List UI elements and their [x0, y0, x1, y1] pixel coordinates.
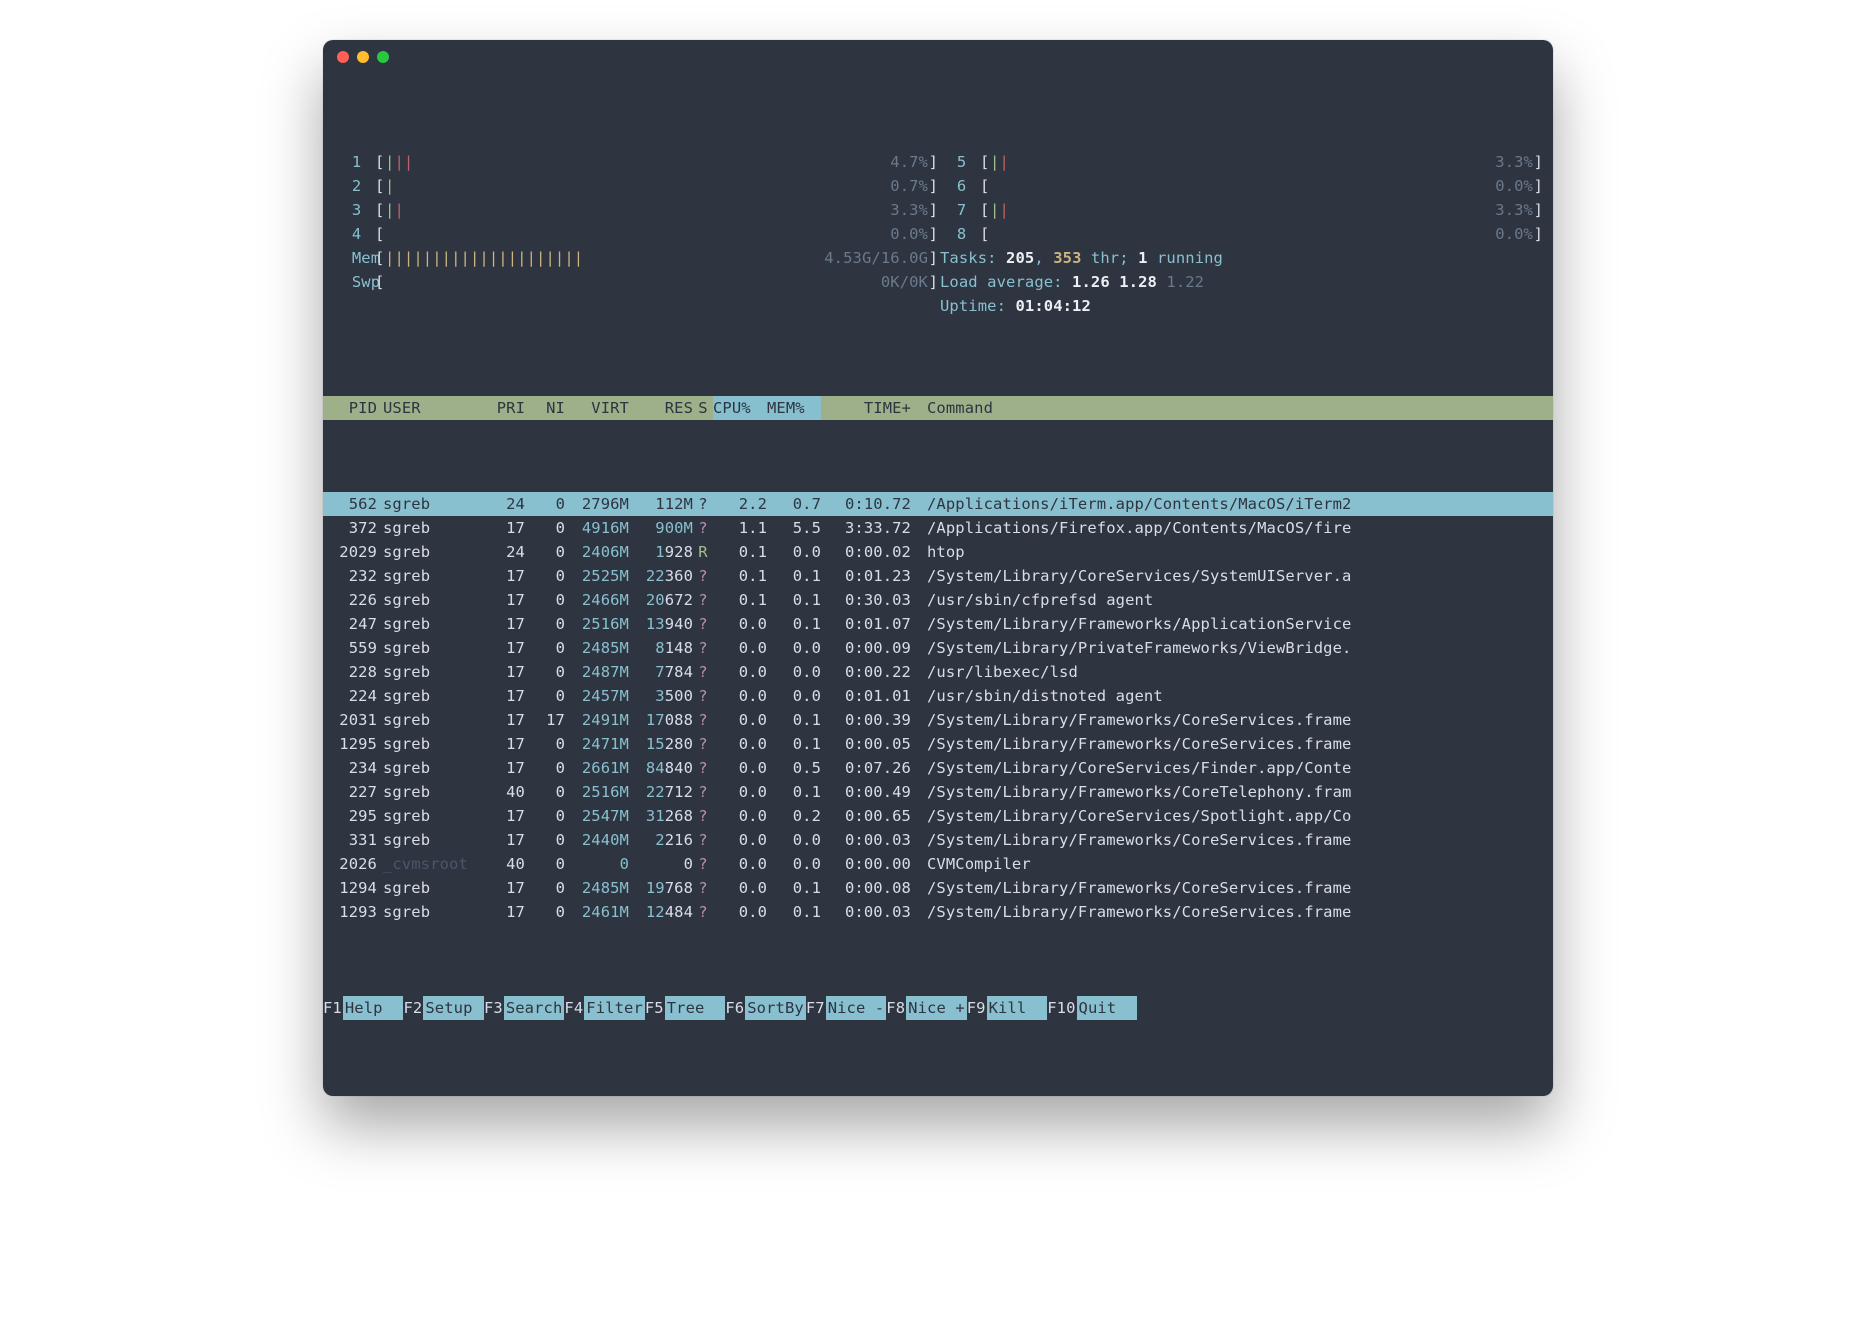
fn-key-F10: F10: [1047, 996, 1076, 1020]
zoom-icon[interactable]: [377, 51, 389, 63]
col-mem[interactable]: MEM%: [767, 396, 821, 420]
col-virt[interactable]: VIRT: [565, 396, 629, 420]
col-res[interactable]: RES: [629, 396, 693, 420]
process-row[interactable]: 1294 sgreb 17 0 2485M 19768 ? 0.0 0.1 0:…: [323, 876, 1553, 900]
fn-key-F5: F5: [645, 996, 665, 1020]
htop-output: 1 [|||4.7%] 2 [|0.7%] 3 [||3.3%] 4 [0.0%…: [323, 74, 1553, 1096]
process-row[interactable]: 559 sgreb 17 0 2485M 8148 ? 0.0 0.0 0:00…: [323, 636, 1553, 660]
col-pri[interactable]: PRI: [479, 396, 525, 420]
cpu-meter-7: 7 [||3.3%]: [938, 198, 1543, 222]
titlebar: [323, 40, 1553, 74]
process-row[interactable]: 226 sgreb 17 0 2466M 20672 ? 0.1 0.1 0:3…: [323, 588, 1553, 612]
process-table-body: 562 sgreb 24 0 2796M 112M ? 2.2 0.7 0:10…: [323, 492, 1553, 924]
cpu-meter-2: 2 [|0.7%]: [333, 174, 938, 198]
cpu-meter-8: 8 [0.0%]: [938, 222, 1543, 246]
process-table-header[interactable]: PID USER PRI NI VIRT RES S CPU% MEM% TIM…: [323, 396, 1553, 420]
fn-action-filter[interactable]: Filter: [584, 996, 645, 1020]
fn-action-kill[interactable]: Kill: [987, 996, 1048, 1020]
uptime-line: Uptime: 01:04:12: [938, 294, 1543, 318]
fn-key-F9: F9: [967, 996, 987, 1020]
fn-action-sortby[interactable]: SortBy: [745, 996, 806, 1020]
fn-key-F7: F7: [806, 996, 826, 1020]
process-row[interactable]: 234 sgreb 17 0 2661M 84840 ? 0.0 0.5 0:0…: [323, 756, 1553, 780]
process-row[interactable]: 562 sgreb 24 0 2796M 112M ? 2.2 0.7 0:10…: [323, 492, 1553, 516]
process-row[interactable]: 224 sgreb 17 0 2457M 3500 ? 0.0 0.0 0:01…: [323, 684, 1553, 708]
process-row[interactable]: 331 sgreb 17 0 2440M 2216 ? 0.0 0.0 0:00…: [323, 828, 1553, 852]
col-ni[interactable]: NI: [525, 396, 565, 420]
fn-action-nice +[interactable]: Nice +: [906, 996, 967, 1020]
load-line: Load average: 1.26 1.28 1.22: [938, 270, 1543, 294]
swp-meter: Swp [0K/0K]: [333, 270, 938, 294]
fn-action-help[interactable]: Help: [343, 996, 404, 1020]
process-row[interactable]: 1295 sgreb 17 0 2471M 15280 ? 0.0 0.1 0:…: [323, 732, 1553, 756]
fn-key-F4: F4: [564, 996, 584, 1020]
process-row[interactable]: 232 sgreb 17 0 2525M 22360 ? 0.1 0.1 0:0…: [323, 564, 1553, 588]
col-user[interactable]: USER: [383, 396, 479, 420]
minimize-icon[interactable]: [357, 51, 369, 63]
col-time[interactable]: TIME+: [821, 396, 915, 420]
process-row[interactable]: 1293 sgreb 17 0 2461M 12484 ? 0.0 0.1 0:…: [323, 900, 1553, 924]
fn-key-F2: F2: [403, 996, 423, 1020]
process-row[interactable]: 2029 sgreb 24 0 2406M 1928 R 0.1 0.0 0:0…: [323, 540, 1553, 564]
process-row[interactable]: 247 sgreb 17 0 2516M 13940 ? 0.0 0.1 0:0…: [323, 612, 1553, 636]
fn-action-setup[interactable]: Setup: [423, 996, 484, 1020]
fn-key-F6: F6: [725, 996, 745, 1020]
col-s[interactable]: S: [693, 396, 713, 420]
fn-action-quit[interactable]: Quit: [1077, 996, 1138, 1020]
fn-action-search[interactable]: Search: [504, 996, 565, 1020]
col-pid[interactable]: PID: [323, 396, 383, 420]
process-row[interactable]: 2031 sgreb 17 17 2491M 17088 ? 0.0 0.1 0…: [323, 708, 1553, 732]
cpu-meter-5: 5 [||3.3%]: [938, 150, 1543, 174]
process-row[interactable]: 2026 _cvmsroot 40 0 0 0 ? 0.0 0.0 0:00.0…: [323, 852, 1553, 876]
cpu-meter-6: 6 [0.0%]: [938, 174, 1543, 198]
tasks-line: Tasks: 205, 353 thr; 1 running: [938, 246, 1543, 270]
cpu-meter-1: 1 [|||4.7%]: [333, 150, 938, 174]
fn-action-nice -[interactable]: Nice -: [826, 996, 887, 1020]
function-key-bar: F1Help F2Setup F3SearchF4FilterF5Tree F6…: [323, 996, 1553, 1024]
fn-key-F3: F3: [484, 996, 504, 1020]
terminal-window: 1 [|||4.7%] 2 [|0.7%] 3 [||3.3%] 4 [0.0%…: [323, 40, 1553, 1096]
process-row[interactable]: 227 sgreb 40 0 2516M 22712 ? 0.0 0.1 0:0…: [323, 780, 1553, 804]
process-row[interactable]: 295 sgreb 17 0 2547M 31268 ? 0.0 0.2 0:0…: [323, 804, 1553, 828]
process-row[interactable]: 228 sgreb 17 0 2487M 7784 ? 0.0 0.0 0:00…: [323, 660, 1553, 684]
col-cmd[interactable]: Command: [915, 396, 1553, 420]
process-row[interactable]: 372 sgreb 17 0 4916M 900M ? 1.1 5.5 3:33…: [323, 516, 1553, 540]
fn-action-tree[interactable]: Tree: [665, 996, 726, 1020]
cpu-meter-4: 4 [0.0%]: [333, 222, 938, 246]
mem-meter: Mem [|||||||||||||||||||||4.53G/16.0G]: [333, 246, 938, 270]
cpu-meter-3: 3 [||3.3%]: [333, 198, 938, 222]
close-icon[interactable]: [337, 51, 349, 63]
fn-key-F8: F8: [886, 996, 906, 1020]
fn-key-F1: F1: [323, 996, 343, 1020]
col-cpu[interactable]: CPU%: [713, 396, 767, 420]
